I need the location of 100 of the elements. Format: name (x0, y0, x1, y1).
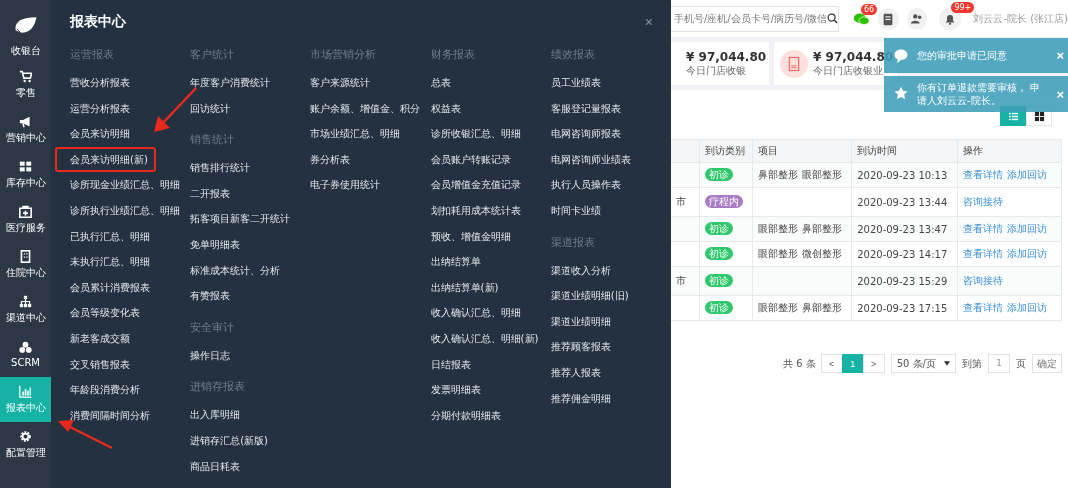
menu-item[interactable]: 权益表 (430, 95, 551, 122)
menu-section-title: 渠道报表 (550, 234, 596, 251)
menu-item[interactable]: 会员来访明细 (70, 121, 191, 147)
menu-item[interactable]: 回访统计 (190, 95, 311, 122)
menu-item[interactable]: 营收分析报表 (70, 70, 191, 96)
users-button[interactable] (906, 7, 928, 30)
menu-item[interactable]: 分期付款明细表 (430, 402, 551, 429)
menu-item[interactable]: 账户余额、增值金、积分 (310, 95, 431, 122)
menu-item[interactable]: 员工业绩表 (550, 70, 671, 96)
menu-item[interactable]: 已执行汇总、明细 (70, 223, 191, 250)
menu-item[interactable]: 有赞报表 (190, 283, 311, 309)
menu-item[interactable]: 出纳结算单 (430, 249, 551, 275)
menu-item[interactable]: 进销存汇总(新版) (190, 427, 311, 454)
menu-item[interactable]: 电网咨询师报表 (550, 121, 671, 147)
menu-item[interactable]: 商品日耗表 (190, 453, 311, 480)
menu-item[interactable]: 二开报表 (190, 180, 311, 207)
menu-item[interactable]: 渠道收入分析 (550, 257, 671, 284)
column-header: 项目 (752, 139, 852, 163)
menu-item[interactable]: 渠道业绩明细(旧) (550, 283, 671, 309)
action-link[interactable]: 添加回访 (1007, 248, 1048, 259)
menu-item[interactable]: 未执行汇总、明细 (70, 249, 191, 275)
action-link[interactable]: 查看详情 (963, 302, 1004, 313)
menu-section-title: 进销存报表 (190, 379, 247, 396)
menu-item[interactable]: 销售排行统计 (190, 155, 311, 181)
sidebar-item[interactable]: 配置管理 (0, 422, 51, 467)
menu-item[interactable]: 划扣耗用成本统计表 (430, 197, 551, 224)
menu-item[interactable]: 渠道业绩明细 (550, 308, 671, 335)
sidebar-item[interactable]: 库存中心 (0, 152, 51, 197)
menu-item[interactable]: 客户来源统计 (310, 70, 431, 96)
menu-item[interactable]: 会员账户转账记录 (430, 146, 551, 173)
clipboard-button[interactable] (877, 7, 899, 30)
action-link[interactable]: 添加回访 (1007, 223, 1048, 234)
next-page-button[interactable]: > (862, 354, 885, 373)
sidebar-item[interactable]: 零售 (0, 62, 51, 107)
menu-item[interactable]: 收入确认汇总、明细(新) (430, 325, 551, 352)
menu-item[interactable]: 年度客户消费统计 (190, 70, 311, 96)
menu-item[interactable]: 运营分析报表 (70, 95, 191, 122)
menu-item[interactable]: 市场业绩汇总、明细 (310, 121, 431, 147)
table-cell: 市 (676, 275, 686, 286)
column-header: 操作 (957, 139, 1062, 163)
confirm-button[interactable]: 确定 (1032, 354, 1062, 373)
menu-item[interactable]: 交叉销售报表 (70, 351, 191, 378)
menu-item[interactable]: 操作日志 (190, 342, 311, 369)
sidebar-item[interactable]: 医疗服务 (0, 197, 51, 242)
arrow (58, 420, 113, 450)
menu-item[interactable]: 诊所执行业绩汇总、明细 (70, 197, 191, 224)
menu-item[interactable]: 诊所收银汇总、明细 (430, 121, 551, 147)
status-tag: 初诊 (705, 168, 733, 181)
action-link[interactable]: 添加回访 (1007, 169, 1048, 180)
menu-item[interactable]: 会员等级变化表 (70, 300, 191, 326)
menu-item[interactable]: 推荐人报表 (550, 359, 671, 386)
receipt-icon (780, 49, 808, 78)
sidebar-item[interactable]: SCRM (0, 332, 51, 377)
stat-label: 今日门店收银 (686, 63, 747, 78)
table-cell: 2020-09-23 13:44 (857, 196, 948, 208)
search-field[interactable]: 手机号/座机/会员卡号/病历号/微信 (671, 5, 839, 32)
action-link[interactable]: 查看详情 (963, 223, 1004, 234)
menu-item[interactable]: 诊所现金业绩汇总、明细 (70, 172, 191, 198)
sidebar-item[interactable]: 收银台 (0, 0, 51, 62)
menu-item[interactable]: 日结报表 (430, 351, 551, 378)
menu-item[interactable]: 发票明细表 (430, 377, 551, 403)
action-link[interactable]: 咨询接待 (963, 275, 1004, 286)
menu-item[interactable]: 推荐佣金明细 (550, 385, 671, 412)
menu-item[interactable]: 标准成本统计、分析 (190, 257, 311, 284)
megaphone-icon (19, 114, 32, 128)
sidebar-item[interactable]: 住院中心 (0, 242, 51, 287)
menu-item[interactable]: 券分析表 (310, 146, 431, 173)
action-link[interactable]: 添加回访 (1007, 302, 1048, 313)
menu-item[interactable]: 执行人员操作表 (550, 172, 671, 198)
menu-item[interactable]: 收入确认汇总、明细 (430, 300, 551, 326)
status-tag: 初诊 (705, 247, 733, 260)
menu-item[interactable]: 会员累计消费报表 (70, 274, 191, 301)
menu-item[interactable]: 消费间隔时间分析 (70, 402, 191, 429)
sidebar-item[interactable]: 营销中心 (0, 107, 51, 152)
menu-item[interactable]: 推荐顾客报表 (550, 334, 671, 360)
menu-item[interactable]: 出纳结算单(新) (430, 274, 551, 301)
sidebar-item[interactable]: 渠道中心 (0, 287, 51, 332)
action-link[interactable]: 咨询接待 (963, 196, 1004, 207)
menu-item[interactable]: 会员增值金充值记录 (430, 172, 551, 198)
menu-item[interactable]: 客服登记量报表 (550, 95, 671, 122)
grid-icon (19, 159, 32, 173)
menu-item[interactable]: 电网咨询师业绩表 (550, 146, 671, 173)
menu-item[interactable]: 总表 (430, 70, 551, 96)
menu-item[interactable]: 出入库明细 (190, 402, 311, 428)
menu-item[interactable]: 预收、增值金明细 (430, 223, 551, 250)
menu-item[interactable]: 电子券使用统计 (310, 172, 431, 198)
wechat-icon[interactable] (852, 11, 870, 26)
menu-item[interactable]: 免单明细表 (190, 231, 311, 258)
menu-item[interactable]: 年龄段消费分析 (70, 377, 191, 403)
menu-item[interactable]: 拓客项目新客二开统计 (190, 206, 311, 232)
page-label: 页 (1016, 356, 1026, 371)
menu-item[interactable]: 时间卡业绩 (550, 197, 671, 224)
page-size-select[interactable]: 50 条/页 (890, 354, 956, 373)
close-button[interactable]: × (644, 14, 653, 30)
action-link[interactable]: 查看详情 (963, 169, 1004, 180)
menu-item[interactable]: 新老客成交额 (70, 325, 191, 352)
grid-icon (1033, 110, 1045, 122)
action-link[interactable]: 查看详情 (963, 248, 1004, 259)
prev-page-button[interactable]: < (820, 354, 843, 373)
menu-item[interactable]: 会员来访明细(新) (55, 146, 156, 173)
